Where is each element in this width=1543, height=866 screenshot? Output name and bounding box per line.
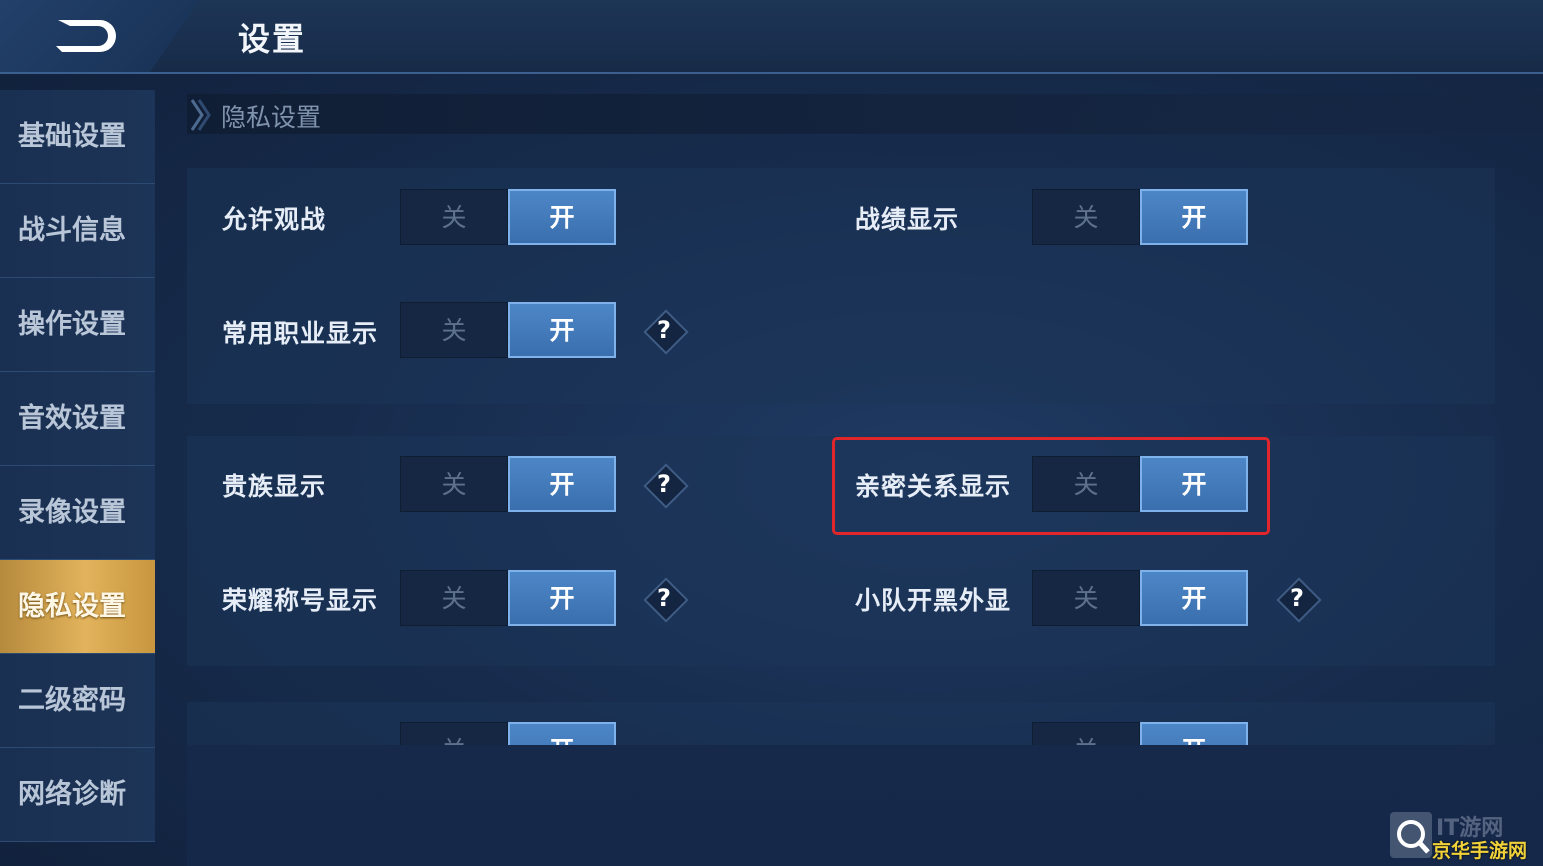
toggle-off-button[interactable]: 关	[400, 189, 508, 245]
sidebar-item-sound[interactable]: 音效设置	[0, 372, 155, 466]
help-icon[interactable]: ?	[642, 576, 689, 623]
toggle-noble-display: 关 开	[400, 456, 616, 512]
sidebar-item-replay[interactable]: 录像设置	[0, 466, 155, 560]
toggle-on-button[interactable]: 开	[508, 456, 616, 512]
setting-label-honor-title: 荣耀称号显示	[222, 586, 379, 615]
settings-panel-1	[187, 168, 1495, 404]
toggle-squad-display: 关 开	[1032, 570, 1248, 626]
back-arrow-icon	[56, 20, 116, 52]
page-title: 设置	[238, 20, 307, 58]
sidebar-item-controls[interactable]: 操作设置	[0, 278, 155, 372]
settings-panel-3	[187, 702, 1495, 745]
help-icon[interactable]: ?	[642, 308, 689, 355]
scroll-clip-area	[187, 745, 1543, 866]
sidebar-item-network-diagnosis[interactable]: 网络诊断	[0, 748, 155, 842]
toggle-common-role: 关 开	[400, 302, 616, 358]
sidebar-item-battle-info[interactable]: 战斗信息	[0, 184, 155, 278]
section-header	[187, 94, 1543, 134]
toggle-off-button[interactable]: 关	[400, 302, 508, 358]
help-icon[interactable]: ?	[642, 462, 689, 509]
toggle-on-button[interactable]: 开	[508, 570, 616, 626]
sidebar: 基础设置 战斗信息 操作设置 音效设置 录像设置 隐私设置 二级密码 网络诊断	[0, 90, 155, 850]
toggle-on-button[interactable]: 开	[1140, 189, 1248, 245]
toggle-on-button[interactable]: 开	[1140, 570, 1248, 626]
toggle-on-button[interactable]: 开	[508, 302, 616, 358]
toggle-off-button[interactable]: 关	[1032, 189, 1140, 245]
toggle-off-button[interactable]: 关	[400, 456, 508, 512]
setting-label-record-display: 战绩显示	[855, 205, 960, 234]
setting-label-common-role: 常用职业显示	[222, 319, 379, 348]
help-icon[interactable]: ?	[1275, 576, 1322, 623]
setting-label-allow-spectate: 允许观战	[222, 205, 327, 234]
highlight-box	[832, 437, 1270, 535]
toggle-on-button[interactable]: 开	[508, 189, 616, 245]
toggle-record-display: 关 开	[1032, 189, 1248, 245]
toggle-honor-title: 关 开	[400, 570, 616, 626]
setting-label-noble-display: 贵族显示	[222, 472, 327, 501]
chevron-right-icon	[190, 99, 211, 131]
sidebar-item-basic[interactable]: 基础设置	[0, 90, 155, 184]
back-button[interactable]	[0, 0, 200, 72]
section-title: 隐私设置	[221, 103, 322, 132]
sidebar-item-secondary-password[interactable]: 二级密码	[0, 654, 155, 748]
toggle-off-button[interactable]: 关	[400, 570, 508, 626]
toggle-allow-spectate: 关 开	[400, 189, 616, 245]
setting-label-squad-display: 小队开黑外显	[855, 586, 1012, 615]
watermark-bottom-text: 京华手游网	[1432, 840, 1528, 862]
toggle-off-button[interactable]: 关	[1032, 570, 1140, 626]
watermark: IT游网 京华手游网	[1388, 810, 1540, 862]
top-bar: 设置	[0, 0, 1543, 74]
sidebar-item-privacy[interactable]: 隐私设置	[0, 560, 155, 654]
watermark-logo-icon	[1390, 812, 1432, 858]
